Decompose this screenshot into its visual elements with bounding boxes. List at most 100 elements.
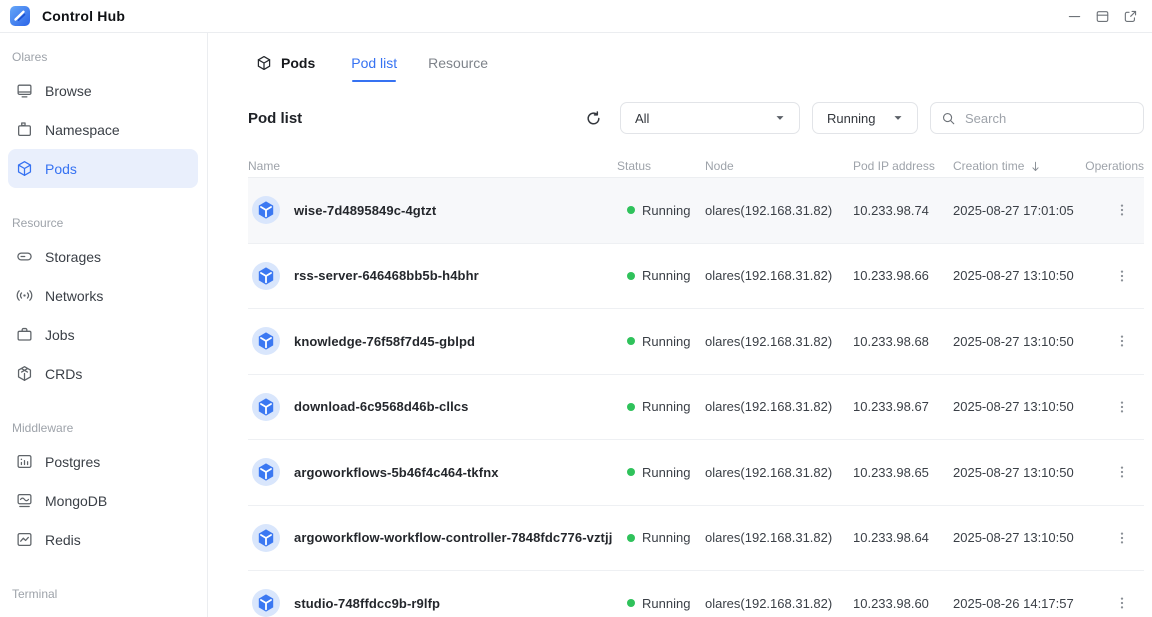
search-input[interactable]	[965, 111, 1141, 126]
sidebar-section-label: Olares	[12, 47, 207, 67]
table-row[interactable]: knowledge-76f58f7d45-gblpdRunningolares(…	[248, 309, 1144, 375]
pod-creation-time: 2025-08-27 13:10:50	[953, 530, 1085, 545]
table-row[interactable]: rss-server-646468bb5b-h4bhrRunningolares…	[248, 244, 1144, 310]
pod-node: olares(192.168.31.82)	[705, 334, 853, 349]
sidebar-item-crds[interactable]: CRDs	[8, 354, 198, 393]
column-header-ip[interactable]: Pod IP address	[853, 159, 953, 173]
table-row[interactable]: wise-7d4895849c-4gtztRunningolares(192.1…	[248, 178, 1144, 244]
status-dot	[627, 272, 635, 280]
page-title: Pods	[281, 55, 315, 71]
sidebar-item-jobs[interactable]: Jobs	[8, 315, 198, 354]
list-toolbar: Pod list All Running	[208, 102, 1152, 134]
pod-table: wise-7d4895849c-4gtzt Running olares(192.1…	[248, 177, 1144, 617]
sidebar-section-olares: Olares Browse Namespace Pods	[0, 47, 207, 188]
pod-name[interactable]: studio-748ffdcc9b-r9lfp	[294, 596, 440, 611]
sidebar-item-storages[interactable]: Storages	[8, 237, 198, 276]
more-actions-button[interactable]	[1114, 268, 1130, 284]
pod-node: olares(192.168.31.82)	[705, 465, 853, 480]
column-header-name[interactable]: Name	[248, 159, 617, 173]
page-header: Pods	[256, 55, 315, 71]
window-icon[interactable]	[1095, 9, 1110, 24]
sidebar-item-label: Redis	[45, 532, 81, 548]
sidebar-section-label: Resource	[12, 213, 207, 233]
storages-icon	[16, 248, 33, 265]
pod-ip: 10.233.98.64	[853, 530, 953, 545]
sidebar-item-browse[interactable]: Browse	[8, 71, 198, 110]
namespace-filter-value: All	[635, 111, 649, 126]
tab-resource[interactable]: Resource	[428, 33, 488, 92]
more-actions-button[interactable]	[1114, 333, 1130, 349]
sidebar: Olares Browse Namespace Pods Resource Storage…	[0, 33, 208, 617]
status-dot	[627, 534, 635, 542]
more-actions-button[interactable]	[1114, 399, 1130, 415]
pod-name[interactable]: argoworkflow-workflow-controller-7848fdc…	[294, 530, 612, 545]
pod-node: olares(192.168.31.82)	[705, 399, 853, 414]
pod-ip: 10.233.98.67	[853, 399, 953, 414]
sidebar-item-label: CRDs	[45, 366, 82, 382]
pod-ip: 10.233.98.74	[853, 203, 953, 218]
sidebar-item-redis[interactable]: Redis	[8, 520, 198, 559]
namespace-icon	[16, 121, 33, 138]
tab-label: Resource	[428, 55, 488, 71]
refresh-icon[interactable]	[585, 110, 602, 127]
status-dot	[627, 403, 635, 411]
more-actions-button[interactable]	[1114, 530, 1130, 546]
pod-avatar-icon	[252, 458, 280, 486]
minimize-icon[interactable]	[1067, 9, 1082, 24]
tab-pod-list[interactable]: Pod list	[351, 33, 397, 92]
sort-desc-icon[interactable]	[1029, 160, 1042, 173]
status-text: Running	[642, 399, 690, 414]
sidebar-item-label: Pods	[45, 161, 77, 177]
sidebar-item-pods[interactable]: Pods	[8, 149, 198, 188]
pod-creation-time: 2025-08-27 13:10:50	[953, 268, 1085, 283]
column-header-label: Creation time	[953, 159, 1024, 173]
pod-creation-time: 2025-08-26 14:17:57	[953, 596, 1085, 611]
search-box	[930, 102, 1144, 134]
pods-icon	[16, 160, 33, 177]
chevron-down-icon	[891, 111, 905, 125]
status-dot	[627, 599, 635, 607]
list-title: Pod list	[248, 110, 302, 127]
column-header-node[interactable]: Node	[705, 159, 853, 173]
networks-icon	[16, 287, 33, 304]
table-row[interactable]: download-6c9568d46b-cllcs Running olares(1…	[248, 375, 1144, 441]
table-row[interactable]: argoworkflows-5b46f4c464-tkfnxRunningola…	[248, 440, 1144, 506]
pods-icon	[256, 55, 272, 71]
sidebar-item-mongodb[interactable]: MongoDB	[8, 481, 198, 520]
status-filter-select[interactable]: Running	[812, 102, 918, 134]
more-actions-button[interactable]	[1114, 202, 1130, 218]
sidebar-item-label: Browse	[45, 83, 92, 99]
table-row[interactable]: argoworkflow-workflow-controller-7848fdc…	[248, 506, 1144, 572]
pod-creation-time: 2025-08-27 13:10:50	[953, 465, 1085, 480]
sidebar-section-terminal: TerminalOlares	[0, 584, 207, 617]
external-link-icon[interactable]	[1123, 9, 1138, 24]
tab-label: Pod list	[351, 55, 397, 71]
sidebar-section-middleware: MiddlewarePostgresMongoDBRedis	[0, 418, 207, 559]
pod-name[interactable]: wise-7d4895849c-4gtzt	[294, 203, 436, 218]
pod-name[interactable]: rss-server-646468bb5b-h4bhr	[294, 268, 479, 283]
browse-icon	[16, 82, 33, 99]
sidebar-item-namespace[interactable]: Namespace	[8, 110, 198, 149]
pod-name[interactable]: argoworkflows-5b46f4c464-tkfnx	[294, 465, 499, 480]
pod-creation-time: 2025-08-27 17:01:05	[953, 203, 1085, 218]
page-tabbar: Pods Pod list Resource	[208, 33, 1152, 92]
table-row[interactable]: studio-748ffdcc9b-r9lfpRunningolares(192…	[248, 571, 1144, 617]
pod-name[interactable]: knowledge-76f58f7d45-gblpd	[294, 334, 475, 349]
status-dot	[627, 468, 635, 476]
jobs-icon	[16, 326, 33, 343]
crds-icon	[16, 365, 33, 382]
redis-icon	[16, 531, 33, 548]
pod-avatar-icon	[252, 589, 280, 617]
pod-creation-time: 2025-08-27 13:10:50	[953, 399, 1085, 414]
more-actions-button[interactable]	[1114, 464, 1130, 480]
namespace-filter-select[interactable]: All	[620, 102, 800, 134]
sidebar-item-postgres[interactable]: Postgres	[8, 442, 198, 481]
sidebar-item-networks[interactable]: Networks	[8, 276, 198, 315]
column-header-status[interactable]: Status	[617, 159, 705, 173]
column-header-creation-time[interactable]: Creation time	[953, 159, 1085, 173]
window-titlebar: Control Hub	[0, 0, 1152, 33]
sidebar-item-label: Networks	[45, 288, 103, 304]
more-actions-button[interactable]	[1114, 595, 1130, 611]
pod-name[interactable]: download-6c9568d46b-cllcs	[294, 399, 468, 414]
sidebar-item-olares[interactable]: Olares	[8, 608, 198, 617]
